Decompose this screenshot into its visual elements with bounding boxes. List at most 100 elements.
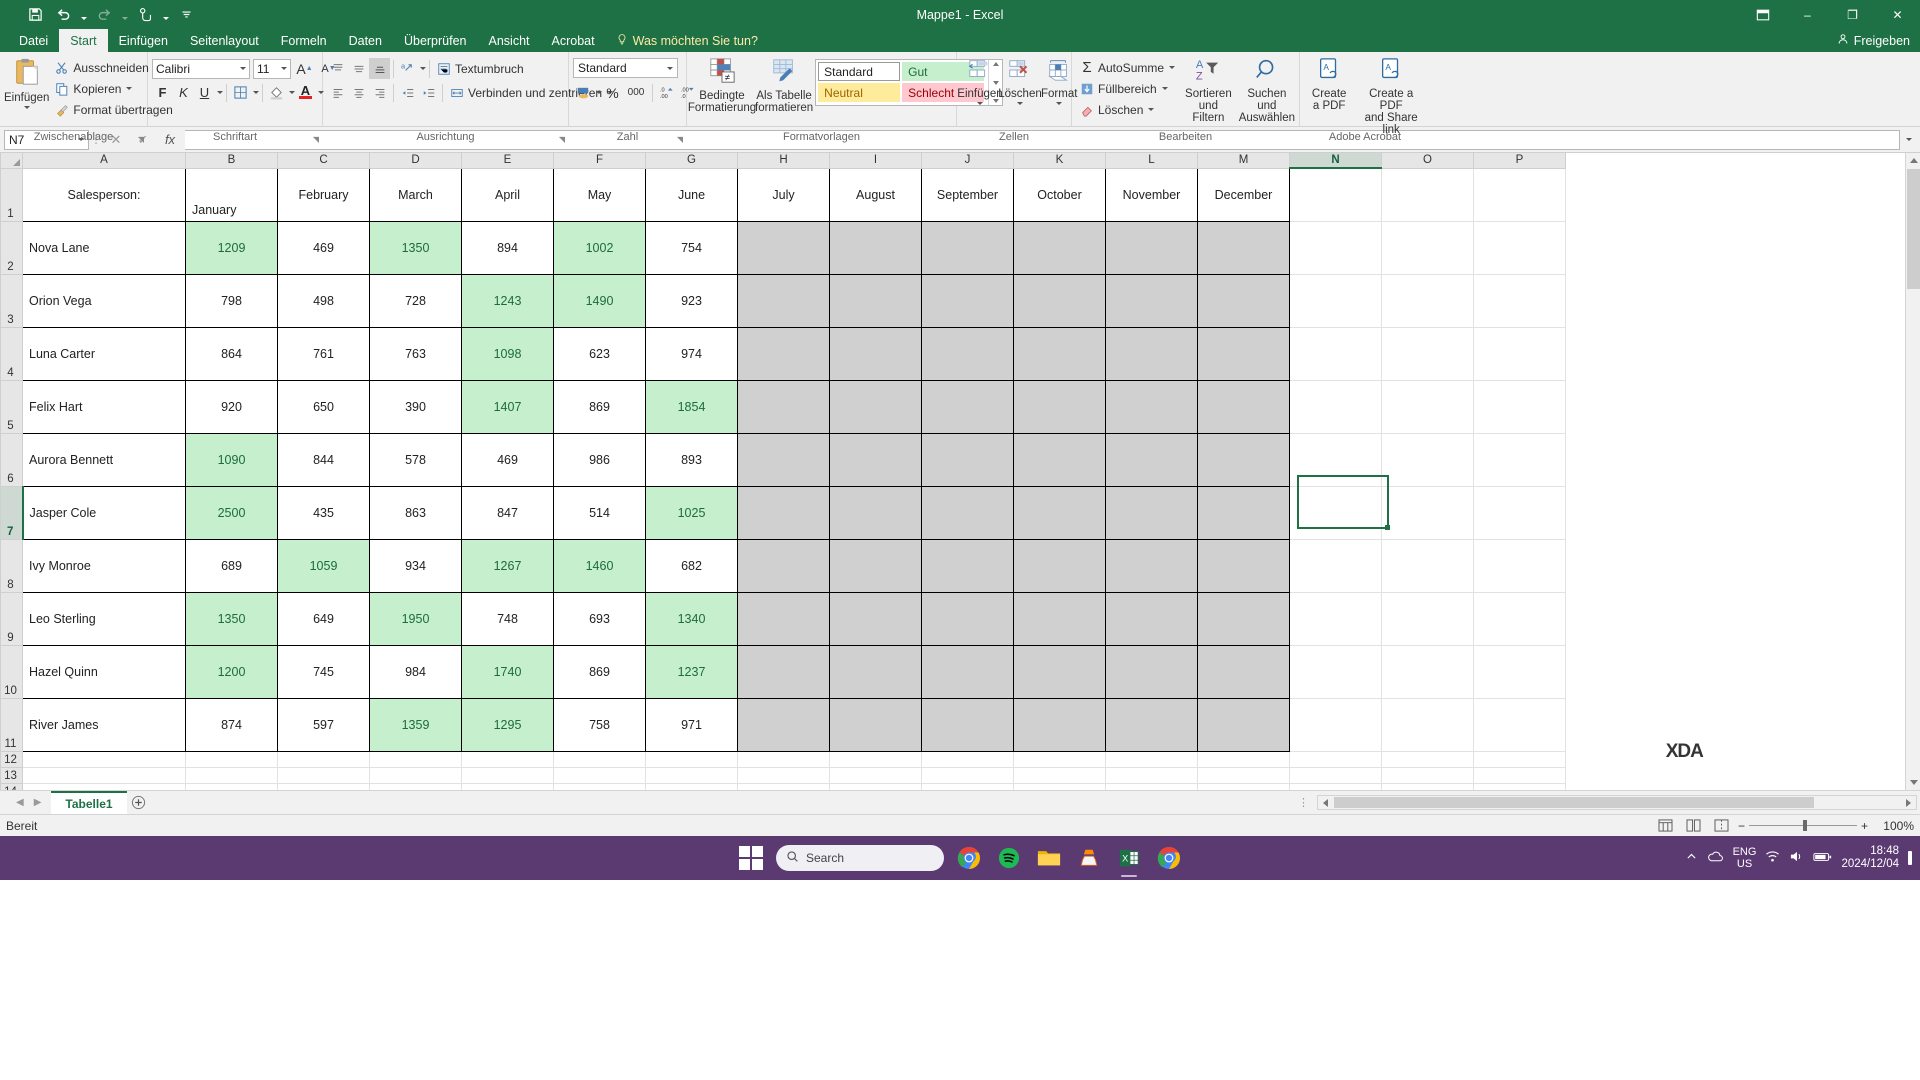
- cell-A11[interactable]: River James: [22, 697, 186, 752]
- cell-A2[interactable]: Nova Lane: [22, 220, 186, 275]
- cell-G12[interactable]: [645, 750, 738, 768]
- cell-G5[interactable]: 1854: [645, 379, 738, 434]
- cell-O5[interactable]: [1381, 379, 1474, 434]
- scroll-left-icon[interactable]: [1318, 796, 1333, 809]
- cell-J3[interactable]: [921, 273, 1014, 328]
- underline-button[interactable]: U: [194, 82, 215, 103]
- row-header-7[interactable]: 7: [0, 485, 24, 540]
- increase-indent-icon[interactable]: [418, 82, 439, 103]
- taskbar-clock[interactable]: 18:48 2024/12/04: [1841, 845, 1899, 871]
- cell-E11[interactable]: 1295: [461, 697, 554, 752]
- cell-M5[interactable]: [1197, 379, 1290, 434]
- file-explorer-icon[interactable]: [1034, 843, 1064, 873]
- cell-F6[interactable]: 986: [553, 432, 646, 487]
- cell-B7[interactable]: 2500: [185, 485, 278, 540]
- create-pdf-share-button[interactable]: A Create a PDF and Share link: [1356, 55, 1426, 136]
- cell-H6[interactable]: [737, 432, 830, 487]
- cell-J4[interactable]: [921, 326, 1014, 381]
- cell-G2[interactable]: 754: [645, 220, 738, 275]
- row-header-4[interactable]: 4: [0, 326, 23, 381]
- cell-D13[interactable]: [369, 766, 462, 784]
- cell-J2[interactable]: [921, 220, 1014, 275]
- borders-icon[interactable]: [230, 82, 251, 103]
- touch-mode-icon[interactable]: [132, 4, 158, 26]
- cell-A8[interactable]: Ivy Monroe: [22, 538, 186, 593]
- row-header-13[interactable]: 13: [0, 766, 23, 784]
- cell-C5[interactable]: 650: [277, 379, 370, 434]
- cell-N11[interactable]: [1289, 697, 1382, 752]
- spotify-icon[interactable]: [994, 843, 1024, 873]
- cell-H10[interactable]: [737, 644, 830, 699]
- cell-A12[interactable]: [22, 750, 186, 768]
- cell-N12[interactable]: [1289, 750, 1382, 768]
- cell-F5[interactable]: 869: [553, 379, 646, 434]
- cell-O3[interactable]: [1381, 273, 1474, 328]
- cell-H12[interactable]: [737, 750, 830, 768]
- column-header-A[interactable]: A: [22, 153, 186, 169]
- cell-I8[interactable]: [829, 538, 922, 593]
- cell-A4[interactable]: Luna Carter: [22, 326, 186, 381]
- cell-E6[interactable]: 469: [461, 432, 554, 487]
- cell-C11[interactable]: 597: [277, 697, 370, 752]
- cell-H3[interactable]: [737, 273, 830, 328]
- cell-N10[interactable]: [1289, 644, 1382, 699]
- cell-G8[interactable]: 682: [645, 538, 738, 593]
- cell-E12[interactable]: [461, 750, 554, 768]
- cell-I2[interactable]: [829, 220, 922, 275]
- cell-P8[interactable]: [1473, 538, 1566, 593]
- cell-O9[interactable]: [1381, 591, 1474, 646]
- taskbar-search[interactable]: Search: [776, 845, 944, 871]
- cell-L6[interactable]: [1105, 432, 1198, 487]
- cell-N9[interactable]: [1289, 591, 1382, 646]
- cell-N4[interactable]: [1289, 326, 1382, 381]
- wifi-icon[interactable]: [1765, 850, 1780, 866]
- cell-E5[interactable]: 1407: [461, 379, 554, 434]
- cell-L13[interactable]: [1105, 766, 1198, 784]
- paste-dropdown-icon[interactable]: [23, 106, 30, 109]
- cell-I6[interactable]: [829, 432, 922, 487]
- volume-icon[interactable]: [1789, 850, 1804, 866]
- zoom-level[interactable]: 100%: [1874, 819, 1914, 833]
- cell-F11[interactable]: 758: [553, 697, 646, 752]
- chrome-icon[interactable]: [954, 843, 984, 873]
- cell-O14[interactable]: [1381, 782, 1474, 790]
- cell-A3[interactable]: Orion Vega: [22, 273, 186, 328]
- cell-O1[interactable]: [1381, 167, 1474, 222]
- cell-E2[interactable]: 894: [461, 220, 554, 275]
- cell-I12[interactable]: [829, 750, 922, 768]
- cell-N3[interactable]: [1289, 273, 1382, 328]
- cell-F14[interactable]: [553, 782, 646, 790]
- column-header-P[interactable]: P: [1473, 153, 1566, 169]
- cell-N1[interactable]: [1289, 167, 1382, 222]
- cell-B12[interactable]: [185, 750, 278, 768]
- column-header-K[interactable]: K: [1013, 153, 1106, 169]
- cell-P6[interactable]: [1473, 432, 1566, 487]
- redo-dropdown-icon[interactable]: [119, 4, 130, 26]
- tab-start[interactable]: Start: [59, 29, 108, 52]
- cell-O10[interactable]: [1381, 644, 1474, 699]
- fill-dropdown-icon[interactable]: [1161, 87, 1168, 90]
- cell-E8[interactable]: 1267: [461, 538, 554, 593]
- zoom-in-button[interactable]: +: [1861, 819, 1868, 833]
- cell-I14[interactable]: [829, 782, 922, 790]
- customize-qat-icon[interactable]: [173, 4, 199, 26]
- create-pdf-button[interactable]: A Create a PDF: [1304, 55, 1354, 112]
- column-header-O[interactable]: O: [1381, 153, 1474, 169]
- cell-L8[interactable]: [1105, 538, 1198, 593]
- cell-M10[interactable]: [1197, 644, 1290, 699]
- scroll-down-icon[interactable]: [1906, 775, 1920, 790]
- cell-D3[interactable]: 728: [369, 273, 462, 328]
- cell-D4[interactable]: 763: [369, 326, 462, 381]
- cell-A9[interactable]: Leo Sterling: [22, 591, 186, 646]
- column-header-G[interactable]: G: [645, 153, 738, 169]
- chrome-2-icon[interactable]: [1154, 843, 1184, 873]
- conditional-formatting-button[interactable]: ≠ Bedingte Formatierung: [688, 55, 756, 114]
- cell-N7-selected[interactable]: [1289, 485, 1382, 540]
- cell-F13[interactable]: [553, 766, 646, 784]
- align-center-icon[interactable]: [348, 82, 369, 103]
- borders-dropdown-icon[interactable]: [253, 91, 259, 94]
- cell-P11[interactable]: [1473, 697, 1566, 752]
- column-header-I[interactable]: I: [829, 153, 922, 169]
- zoom-knob[interactable]: [1803, 820, 1807, 831]
- column-header-E[interactable]: E: [461, 153, 554, 169]
